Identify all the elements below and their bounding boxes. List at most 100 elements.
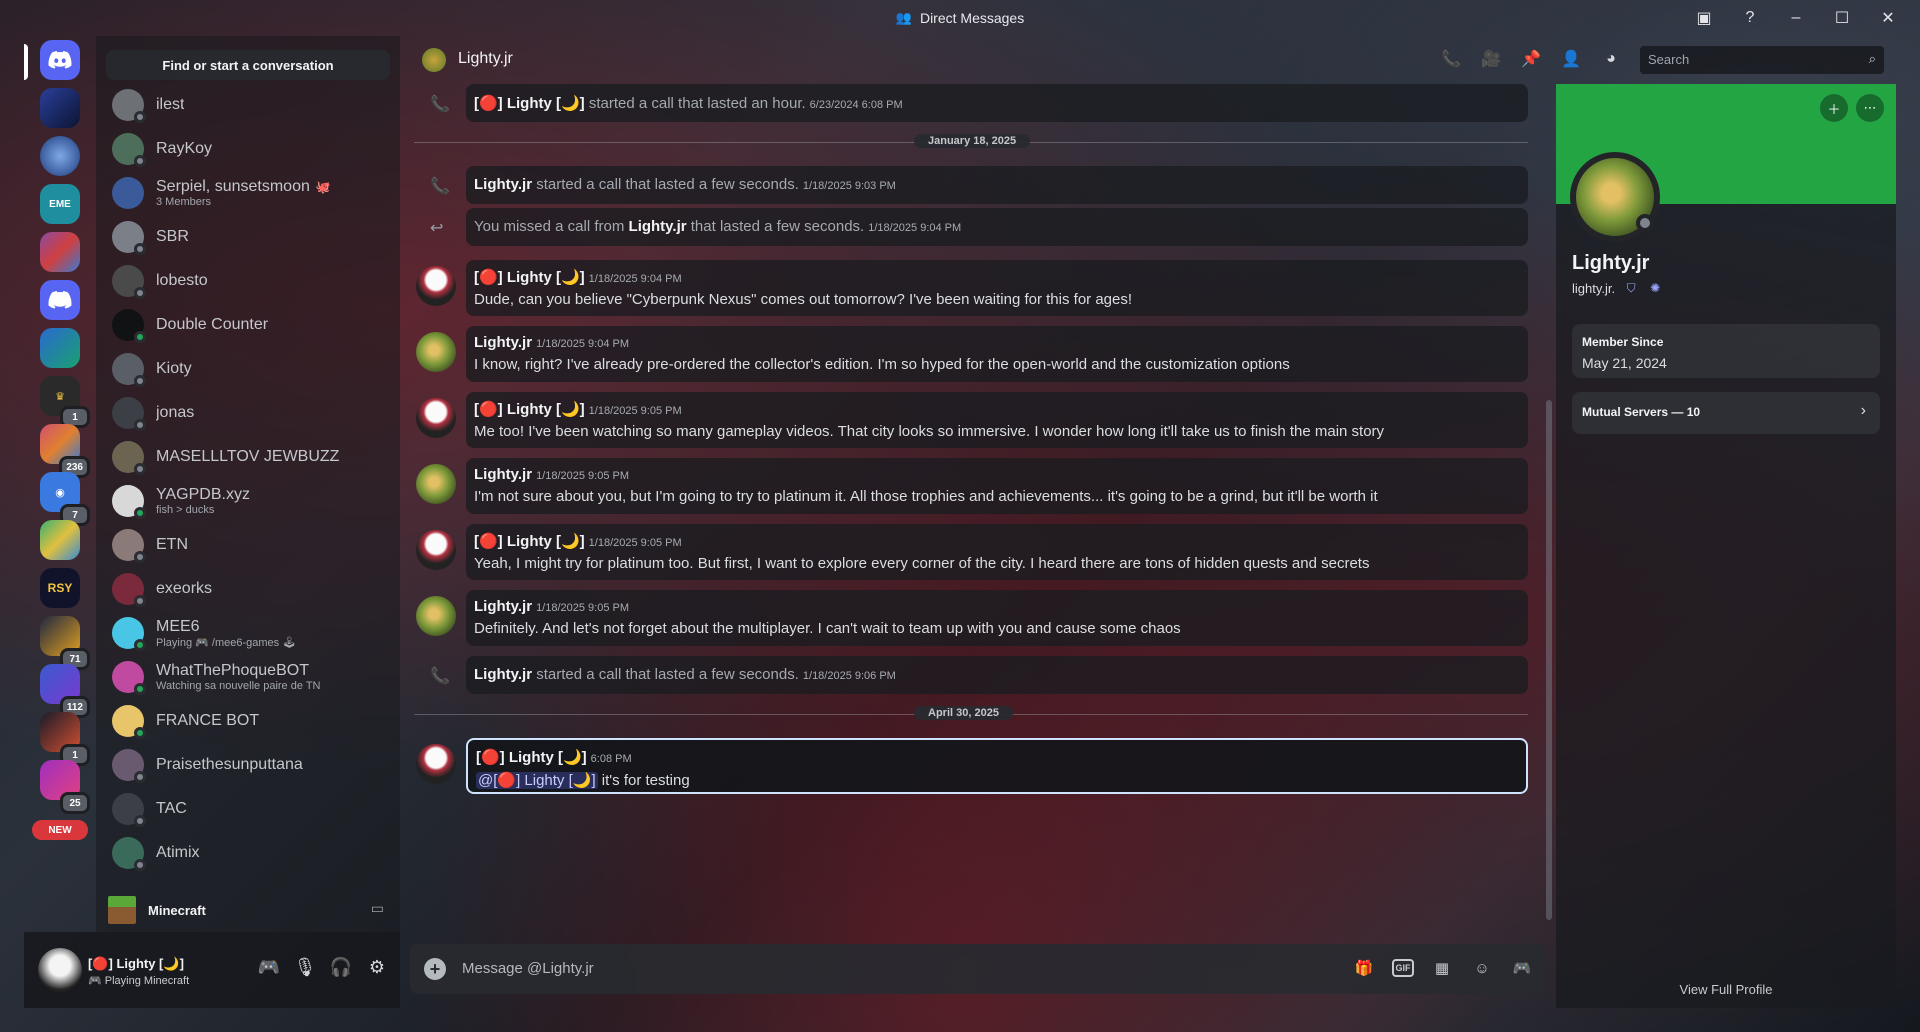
nitro-badge-icon[interactable]: ✺ bbox=[1647, 280, 1663, 296]
dm-item[interactable]: MEE6 Playing 🎮 /mee6-games 🕹 bbox=[104, 612, 392, 654]
author-name[interactable]: [🔴] Lighty [🌙] bbox=[474, 269, 585, 286]
dm-item[interactable]: lobesto bbox=[104, 260, 392, 302]
server-icon[interactable]: EME bbox=[40, 184, 80, 224]
caller-name[interactable]: [🔴] Lighty [🌙] bbox=[474, 95, 585, 112]
status-indicator bbox=[134, 727, 146, 739]
caller-name[interactable]: Lighty.jr bbox=[474, 666, 532, 683]
avatar[interactable] bbox=[416, 332, 456, 372]
game-controller-icon[interactable]: 🎮 bbox=[258, 956, 280, 978]
user-profile-icon[interactable]: ◕ bbox=[1600, 48, 1622, 70]
server-icon[interactable] bbox=[40, 280, 80, 320]
inbox-icon[interactable]: ▣ bbox=[1692, 6, 1716, 30]
dm-item[interactable]: Praisethesunputtana bbox=[104, 744, 392, 786]
server-folder[interactable] bbox=[40, 232, 80, 272]
view-full-profile-link[interactable]: View Full Profile bbox=[1556, 982, 1896, 997]
chat-message: [🔴] Lighty [🌙] 6:08 PM @[🔴] Lighty [🌙] it'… bbox=[466, 738, 1528, 794]
author-name[interactable]: [🔴] Lighty [🌙] bbox=[474, 533, 585, 550]
dm-item[interactable]: YAGPDB.xyz fish > ducks bbox=[104, 480, 392, 522]
author-name[interactable]: [🔴] Lighty [🌙] bbox=[474, 401, 585, 418]
message-body: Dude, can you believe "Cyberpunk Nexus" … bbox=[474, 291, 1133, 308]
scrollbar[interactable] bbox=[1546, 400, 1552, 920]
close-button[interactable]: ✕ bbox=[1876, 6, 1900, 30]
dm-item[interactable]: Atimix bbox=[104, 832, 392, 874]
message-header: [🔴] Lighty [🌙] 1/18/2025 9:04 PM bbox=[474, 268, 1520, 287]
avatar bbox=[112, 705, 146, 739]
dm-item[interactable]: exeorks bbox=[104, 568, 392, 610]
dm-item[interactable]: TAC bbox=[104, 788, 392, 830]
avatar[interactable] bbox=[416, 266, 456, 306]
dm-item[interactable]: Double Counter bbox=[104, 304, 392, 346]
microphone-icon[interactable]: 🎙 bbox=[294, 956, 317, 978]
emoji-icon[interactable]: ☺ bbox=[1470, 956, 1494, 980]
member-since-date: May 21, 2024 bbox=[1582, 355, 1667, 371]
mutual-servers-button[interactable]: Mutual Servers — 10 › bbox=[1572, 392, 1880, 434]
dm-item[interactable]: Serpiel, sunsetsmoon 🐙 3 Members bbox=[104, 172, 392, 214]
profile-avatar[interactable] bbox=[1570, 152, 1660, 242]
minimize-button[interactable]: – bbox=[1784, 6, 1808, 30]
find-conversation-button[interactable]: Find or start a conversation bbox=[106, 50, 390, 80]
user-mention[interactable]: @[🔴] Lighty [🌙] bbox=[476, 772, 598, 789]
avatar[interactable] bbox=[416, 596, 456, 636]
server-icon[interactable] bbox=[40, 136, 80, 176]
add-friend-icon[interactable]: ＋ bbox=[1820, 94, 1848, 122]
dm-name: FRANCE BOT bbox=[156, 712, 260, 729]
avatar[interactable] bbox=[416, 530, 456, 570]
message-input[interactable]: Message @Lighty.jr bbox=[462, 960, 594, 977]
server-icon[interactable] bbox=[40, 520, 80, 560]
voice-call-icon[interactable]: 📞 bbox=[1440, 48, 1462, 70]
message-text: @[🔴] Lighty [🌙] it's for testing bbox=[476, 771, 1518, 789]
attach-button[interactable]: + bbox=[424, 958, 446, 980]
dm-item[interactable]: ilest bbox=[104, 84, 392, 126]
add-friends-icon[interactable]: 👤 bbox=[1560, 48, 1582, 70]
status-indicator bbox=[134, 243, 146, 255]
caller-name[interactable]: Lighty.jr bbox=[474, 176, 532, 193]
dm-item[interactable]: ETN bbox=[104, 524, 392, 566]
maximize-button[interactable]: ☐ bbox=[1830, 6, 1854, 30]
help-icon[interactable]: ? bbox=[1738, 6, 1762, 30]
hypesquad-badge-icon[interactable]: ⛉ bbox=[1623, 280, 1639, 296]
stream-icon[interactable]: ▭ bbox=[371, 900, 384, 917]
home-button[interactable] bbox=[40, 40, 80, 80]
dm-item[interactable]: WhatThePhoqueBOT Watching sa nouvelle pai… bbox=[104, 656, 392, 698]
pin-icon[interactable]: 📌 bbox=[1520, 48, 1542, 70]
dm-name: SBR bbox=[156, 228, 189, 245]
avatar bbox=[112, 529, 146, 563]
chat-message: [🔴] Lighty [🌙] 1/18/2025 9:05 PM Yeah, I m… bbox=[466, 524, 1528, 580]
author-name[interactable]: Lighty.jr bbox=[474, 466, 532, 483]
status-indicator bbox=[134, 155, 146, 167]
gift-icon[interactable]: 🎁 bbox=[1352, 956, 1376, 980]
dm-name: TAC bbox=[156, 800, 187, 817]
dm-text: MASELLLTOV JEWBUZZ bbox=[156, 448, 339, 466]
selected-indicator bbox=[24, 44, 28, 80]
dm-item[interactable]: FRANCE BOT bbox=[104, 700, 392, 742]
avatar[interactable] bbox=[416, 464, 456, 504]
search-input[interactable]: Search ⌕ bbox=[1640, 46, 1884, 74]
video-call-icon[interactable]: 🎥 bbox=[1480, 48, 1502, 70]
dm-item[interactable]: SBR bbox=[104, 216, 392, 258]
user-name[interactable]: [🔴] Lighty [🌙] bbox=[88, 956, 184, 972]
avatar[interactable] bbox=[38, 948, 82, 992]
dm-subtitle: Playing 🎮 /mee6-games 🕹 bbox=[156, 636, 297, 649]
message-composer[interactable]: + Message @Lighty.jr 🎁 GIF ▦ ☺ 🎮 bbox=[410, 944, 1546, 994]
dm-item[interactable]: RayKoy bbox=[104, 128, 392, 170]
settings-icon[interactable]: ⚙ bbox=[366, 956, 388, 978]
server-icon[interactable]: RSY bbox=[40, 568, 80, 608]
headphones-icon[interactable]: 🎧 bbox=[330, 956, 352, 978]
dm-item[interactable]: MASELLLTOV JEWBUZZ bbox=[104, 436, 392, 478]
new-badge[interactable]: NEW bbox=[32, 820, 88, 840]
avatar[interactable] bbox=[416, 398, 456, 438]
avatar[interactable] bbox=[416, 744, 456, 784]
sticker-icon[interactable]: ▦ bbox=[1430, 956, 1454, 980]
dm-item[interactable]: Kioty bbox=[104, 348, 392, 390]
author-name[interactable]: Lighty.jr bbox=[474, 598, 532, 615]
more-options-icon[interactable]: ⋯ bbox=[1856, 94, 1884, 122]
gif-button[interactable]: GIF bbox=[1392, 959, 1414, 977]
server-folder[interactable] bbox=[40, 328, 80, 368]
server-icon[interactable] bbox=[40, 88, 80, 128]
message-header: [🔴] Lighty [🌙] 1/18/2025 9:05 PM bbox=[474, 400, 1520, 419]
activities-icon[interactable]: 🎮 bbox=[1510, 956, 1534, 980]
dm-item[interactable]: jonas bbox=[104, 392, 392, 434]
author-name[interactable]: Lighty.jr bbox=[474, 334, 532, 351]
author-name[interactable]: [🔴] Lighty [🌙] bbox=[476, 749, 587, 766]
caller-name[interactable]: Lighty.jr bbox=[629, 218, 687, 235]
